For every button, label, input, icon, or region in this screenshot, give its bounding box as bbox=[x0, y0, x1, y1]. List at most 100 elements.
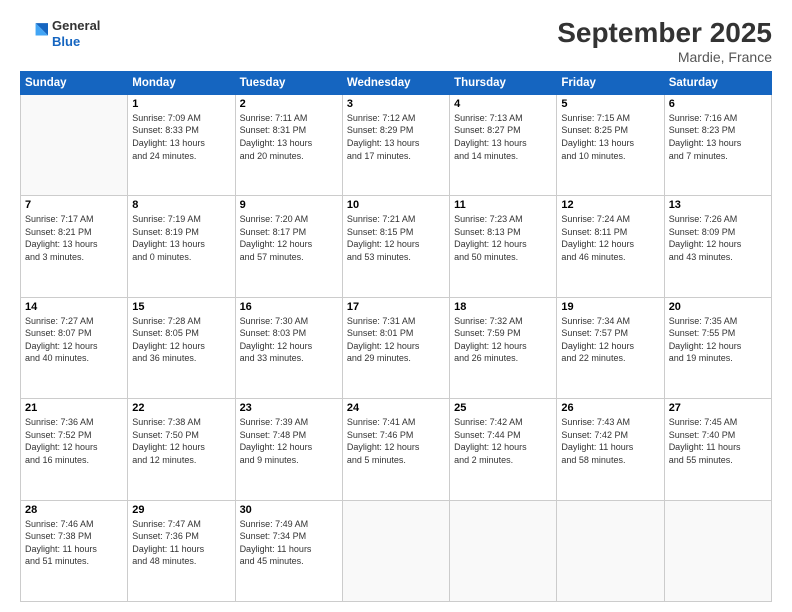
day-info: Sunrise: 7:23 AMSunset: 8:13 PMDaylight:… bbox=[454, 213, 552, 263]
calendar-cell: 10Sunrise: 7:21 AMSunset: 8:15 PMDayligh… bbox=[342, 196, 449, 297]
calendar-cell: 15 Sunrise: 7:28 AMSunset: 8:05 PMDayligh… bbox=[128, 297, 235, 398]
calendar-cell: 17 Sunrise: 7:31 AMSunset: 8:01 PMDayligh… bbox=[342, 297, 449, 398]
day-number: 6 bbox=[669, 98, 767, 110]
day-info: Sunrise: 7:28 AMSunset: 8:05 PMDaylight:… bbox=[132, 315, 230, 365]
calendar-cell: 6Sunrise: 7:16 AMSunset: 8:23 PMDaylight… bbox=[664, 94, 771, 195]
day-info: Sunrise: 7:26 AMSunset: 8:09 PMDaylight:… bbox=[669, 213, 767, 263]
calendar-cell: 3 Sunrise: 7:12 AMSunset: 8:29 PMDaylight… bbox=[342, 94, 449, 195]
calendar-cell: 4 Sunrise: 7:13 AMSunset: 8:27 PMDaylight… bbox=[450, 94, 557, 195]
day-info: Sunrise: 7:11 AMSunset: 8:31 PMDaylight:… bbox=[240, 112, 338, 162]
weekday-header-tuesday: Tuesday bbox=[235, 71, 342, 94]
day-info: Sunrise: 7:17 AMSunset: 8:21 PMDaylight:… bbox=[25, 213, 123, 263]
title-section: September 2025 Mardie, France bbox=[557, 18, 772, 65]
day-info: Sunrise: 7:24 AMSunset: 8:11 PMDaylight:… bbox=[561, 213, 659, 263]
calendar-cell: 14Sunrise: 7:27 AMSunset: 8:07 PMDayligh… bbox=[21, 297, 128, 398]
logo-line1: General bbox=[52, 18, 100, 34]
calendar-cell: 19Sunrise: 7:34 AMSunset: 7:57 PMDayligh… bbox=[557, 297, 664, 398]
calendar-cell: 21 Sunrise: 7:36 AMSunset: 7:52 PMDayligh… bbox=[21, 399, 128, 500]
top-section: General Blue September 2025 Mardie, Fran… bbox=[20, 18, 772, 65]
calendar-cell: 18 Sunrise: 7:32 AMSunset: 7:59 PMDayligh… bbox=[450, 297, 557, 398]
calendar-cell: 8Sunrise: 7:19 AMSunset: 8:19 PMDaylight… bbox=[128, 196, 235, 297]
calendar-cell: 2 Sunrise: 7:11 AMSunset: 8:31 PMDaylight… bbox=[235, 94, 342, 195]
calendar-week-row-5: 28Sunrise: 7:46 AMSunset: 7:38 PMDayligh… bbox=[21, 500, 772, 601]
day-number: 2 bbox=[240, 98, 338, 110]
weekday-header-wednesday: Wednesday bbox=[342, 71, 449, 94]
day-number: 29 bbox=[132, 504, 230, 516]
weekday-header-saturday: Saturday bbox=[664, 71, 771, 94]
calendar-cell: 12 Sunrise: 7:24 AMSunset: 8:11 PMDayligh… bbox=[557, 196, 664, 297]
calendar-cell: 29 Sunrise: 7:47 AMSunset: 7:36 PMDayligh… bbox=[128, 500, 235, 601]
calendar-cell bbox=[664, 500, 771, 601]
calendar-cell: 25Sunrise: 7:42 AMSunset: 7:44 PMDayligh… bbox=[450, 399, 557, 500]
calendar-cell: 20 Sunrise: 7:35 AMSunset: 7:55 PMDayligh… bbox=[664, 297, 771, 398]
day-info: Sunrise: 7:31 AMSunset: 8:01 PMDaylight:… bbox=[347, 315, 445, 365]
calendar-cell bbox=[557, 500, 664, 601]
day-info: Sunrise: 7:39 AMSunset: 7:48 PMDaylight:… bbox=[240, 416, 338, 466]
weekday-header-sunday: Sunday bbox=[21, 71, 128, 94]
day-info: Sunrise: 7:15 AMSunset: 8:25 PMDaylight:… bbox=[561, 112, 659, 162]
calendar-cell: 27 Sunrise: 7:45 AMSunset: 7:40 PMDayligh… bbox=[664, 399, 771, 500]
day-info: Sunrise: 7:09 AMSunset: 8:33 PMDaylight:… bbox=[132, 112, 230, 162]
day-info: Sunrise: 7:43 AMSunset: 7:42 PMDaylight:… bbox=[561, 416, 659, 466]
day-info: Sunrise: 7:27 AMSunset: 8:07 PMDaylight:… bbox=[25, 315, 123, 365]
day-info: Sunrise: 7:13 AMSunset: 8:27 PMDaylight:… bbox=[454, 112, 552, 162]
day-info: Sunrise: 7:46 AMSunset: 7:38 PMDaylight:… bbox=[25, 518, 123, 568]
day-number: 11 bbox=[454, 199, 552, 211]
main-title: September 2025 bbox=[557, 18, 772, 49]
calendar-cell: 28Sunrise: 7:46 AMSunset: 7:38 PMDayligh… bbox=[21, 500, 128, 601]
day-info: Sunrise: 7:47 AMSunset: 7:36 PMDaylight:… bbox=[132, 518, 230, 568]
calendar-cell: 7Sunrise: 7:17 AMSunset: 8:21 PMDaylight… bbox=[21, 196, 128, 297]
day-number: 3 bbox=[347, 98, 445, 110]
day-number: 9 bbox=[240, 199, 338, 211]
day-info: Sunrise: 7:36 AMSunset: 7:52 PMDaylight:… bbox=[25, 416, 123, 466]
day-info: Sunrise: 7:34 AMSunset: 7:57 PMDaylight:… bbox=[561, 315, 659, 365]
day-info: Sunrise: 7:42 AMSunset: 7:44 PMDaylight:… bbox=[454, 416, 552, 466]
day-number: 17 bbox=[347, 301, 445, 313]
calendar-cell: 30 Sunrise: 7:49 AMSunset: 7:34 PMDayligh… bbox=[235, 500, 342, 601]
day-info: Sunrise: 7:12 AMSunset: 8:29 PMDaylight:… bbox=[347, 112, 445, 162]
day-info: Sunrise: 7:41 AMSunset: 7:46 PMDaylight:… bbox=[347, 416, 445, 466]
day-number: 30 bbox=[240, 504, 338, 516]
day-number: 1 bbox=[132, 98, 230, 110]
calendar-cell: 13 Sunrise: 7:26 AMSunset: 8:09 PMDayligh… bbox=[664, 196, 771, 297]
calendar-cell: 16Sunrise: 7:30 AMSunset: 8:03 PMDayligh… bbox=[235, 297, 342, 398]
calendar-cell bbox=[342, 500, 449, 601]
calendar-week-row-1: 1 Sunrise: 7:09 AMSunset: 8:33 PMDaylight… bbox=[21, 94, 772, 195]
day-info: Sunrise: 7:35 AMSunset: 7:55 PMDaylight:… bbox=[669, 315, 767, 365]
calendar-header-row: SundayMondayTuesdayWednesdayThursdayFrid… bbox=[21, 71, 772, 94]
weekday-header-monday: Monday bbox=[128, 71, 235, 94]
day-number: 27 bbox=[669, 402, 767, 414]
day-info: Sunrise: 7:20 AMSunset: 8:17 PMDaylight:… bbox=[240, 213, 338, 263]
logo-icon bbox=[20, 20, 48, 48]
page: General Blue September 2025 Mardie, Fran… bbox=[0, 0, 792, 612]
day-info: Sunrise: 7:19 AMSunset: 8:19 PMDaylight:… bbox=[132, 213, 230, 263]
day-number: 5 bbox=[561, 98, 659, 110]
day-number: 4 bbox=[454, 98, 552, 110]
weekday-header-friday: Friday bbox=[557, 71, 664, 94]
day-number: 22 bbox=[132, 402, 230, 414]
day-info: Sunrise: 7:49 AMSunset: 7:34 PMDaylight:… bbox=[240, 518, 338, 568]
day-number: 12 bbox=[561, 199, 659, 211]
calendar-table: SundayMondayTuesdayWednesdayThursdayFrid… bbox=[20, 71, 772, 602]
calendar-cell bbox=[21, 94, 128, 195]
calendar-cell bbox=[450, 500, 557, 601]
day-number: 26 bbox=[561, 402, 659, 414]
calendar-week-row-3: 14Sunrise: 7:27 AMSunset: 8:07 PMDayligh… bbox=[21, 297, 772, 398]
day-number: 21 bbox=[25, 402, 123, 414]
day-number: 15 bbox=[132, 301, 230, 313]
calendar-cell: 11 Sunrise: 7:23 AMSunset: 8:13 PMDayligh… bbox=[450, 196, 557, 297]
calendar-cell: 24Sunrise: 7:41 AMSunset: 7:46 PMDayligh… bbox=[342, 399, 449, 500]
day-info: Sunrise: 7:45 AMSunset: 7:40 PMDaylight:… bbox=[669, 416, 767, 466]
day-number: 20 bbox=[669, 301, 767, 313]
day-info: Sunrise: 7:38 AMSunset: 7:50 PMDaylight:… bbox=[132, 416, 230, 466]
calendar-week-row-4: 21 Sunrise: 7:36 AMSunset: 7:52 PMDayligh… bbox=[21, 399, 772, 500]
logo: General Blue bbox=[20, 18, 100, 49]
day-info: Sunrise: 7:32 AMSunset: 7:59 PMDaylight:… bbox=[454, 315, 552, 365]
calendar-cell: 9 Sunrise: 7:20 AMSunset: 8:17 PMDaylight… bbox=[235, 196, 342, 297]
calendar-cell: 5 Sunrise: 7:15 AMSunset: 8:25 PMDaylight… bbox=[557, 94, 664, 195]
day-number: 13 bbox=[669, 199, 767, 211]
day-number: 18 bbox=[454, 301, 552, 313]
logo-line2: Blue bbox=[52, 34, 100, 50]
weekday-header-thursday: Thursday bbox=[450, 71, 557, 94]
calendar-week-row-2: 7Sunrise: 7:17 AMSunset: 8:21 PMDaylight… bbox=[21, 196, 772, 297]
